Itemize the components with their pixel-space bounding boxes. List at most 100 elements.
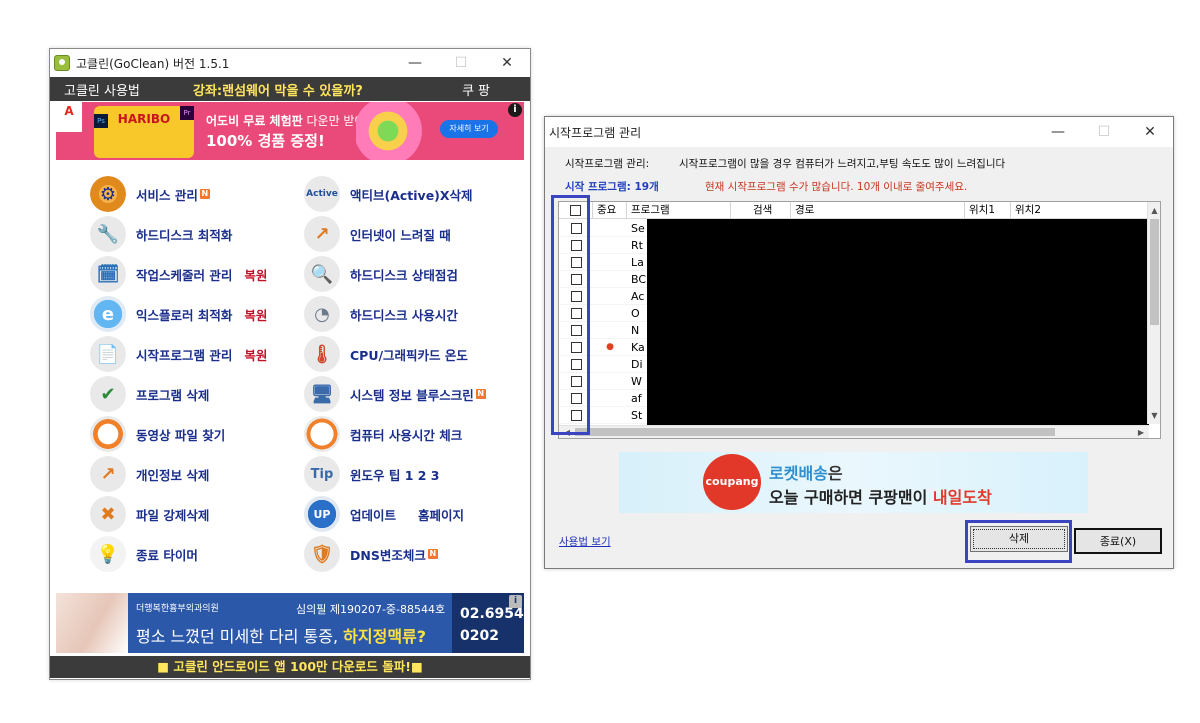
- system-info-icon: 🖥: [304, 376, 340, 412]
- usage-guide-link[interactable]: 사용법 보기: [559, 534, 611, 549]
- delete-button[interactable]: 삭제: [970, 526, 1068, 552]
- exit-button[interactable]: 종료(X): [1074, 528, 1162, 554]
- ad-info-icon[interactable]: i: [509, 595, 522, 608]
- menu-usage-time-check[interactable]: 컴퓨터 사용시간 체크: [304, 416, 462, 452]
- row-checkbox[interactable]: [570, 273, 582, 285]
- column-important[interactable]: 중요: [593, 202, 627, 219]
- menu-label: 시작프로그램 관리: [136, 347, 233, 363]
- menu-usage-guide[interactable]: 고클린 사용법: [64, 80, 140, 99]
- scroll-left-icon[interactable]: ◀: [561, 426, 573, 438]
- clinic-ad-banner[interactable]: 더행복한흉부외과의원 심의필 제190207-중-88544호 평소 느꼈던 미…: [56, 593, 524, 653]
- horizontal-scrollbar[interactable]: ◀ ▶: [559, 425, 1149, 438]
- disk-check-icon: 🔍: [304, 256, 340, 292]
- activex-icon: Active: [304, 176, 340, 212]
- minimize-button[interactable]: —: [1035, 117, 1081, 147]
- menu-shutdown-timer[interactable]: 💡 종료 타이머: [90, 536, 198, 572]
- haribo-candy-image: HARIBO: [94, 106, 194, 158]
- row-checkbox[interactable]: [570, 409, 582, 421]
- force-delete-icon: ✖: [90, 496, 126, 532]
- menu-label: 서비스 관리: [136, 187, 198, 203]
- ad-photo: [56, 593, 128, 653]
- row-checkbox[interactable]: [570, 341, 582, 353]
- menu-privacy-delete[interactable]: ↗ 개인정보 삭제: [90, 456, 209, 492]
- restore-link[interactable]: 복원: [244, 265, 267, 284]
- menu-force-delete[interactable]: ✖ 파일 강제삭제: [90, 496, 209, 532]
- minimize-button[interactable]: —: [392, 49, 438, 77]
- row-checkbox[interactable]: [570, 392, 582, 404]
- scroll-right-icon[interactable]: ▶: [1135, 426, 1147, 438]
- redacted-area: [647, 219, 1149, 430]
- row-checkbox[interactable]: [570, 290, 582, 302]
- menu-program-uninstall[interactable]: ✔ 프로그램 삭제: [90, 376, 209, 412]
- disk-time-icon: ◔: [304, 296, 340, 332]
- menu-disk-usage-time[interactable]: ◔ 하드디스크 사용시간: [304, 296, 458, 332]
- vertical-scrollbar[interactable]: ▲ ▼: [1147, 202, 1160, 424]
- restore-link[interactable]: 복원: [244, 305, 267, 324]
- android-app-footer[interactable]: ■ 고클린 안드로이드 앱 100만 다운로드 돌파!■: [50, 656, 530, 678]
- clock-icon: [304, 416, 340, 452]
- column-search[interactable]: 검색: [731, 202, 791, 219]
- close-button[interactable]: ✕: [1127, 117, 1173, 147]
- menu-ransomware-lecture[interactable]: 강좌:랜섬웨어 막을 수 있을까?: [193, 80, 363, 99]
- menu-startup-management[interactable]: 📄 시작프로그램 관리 복원: [90, 336, 267, 372]
- menu-coupang[interactable]: 쿠팡: [462, 80, 494, 99]
- tip-icon: Tip: [304, 456, 340, 492]
- row-checkbox[interactable]: [570, 239, 582, 251]
- adobe-ad-banner[interactable]: A HARIBO Ps Pr 어도비 무료 체험판 다운만 받아도 100% 경…: [56, 102, 524, 160]
- row-checkbox[interactable]: [570, 256, 582, 268]
- column-location1[interactable]: 위치1: [965, 202, 1011, 219]
- menu-explorer-optimize[interactable]: e 익스플로러 최적화 복원: [90, 296, 267, 332]
- close-button[interactable]: ✕: [484, 49, 530, 77]
- menu-activex-delete[interactable]: Active 액티브(Active)X삭제: [304, 176, 473, 212]
- scroll-thumb[interactable]: [575, 428, 1055, 436]
- menu-service-management[interactable]: ⚙ 서비스 관리 N: [90, 176, 210, 212]
- scroll-down-icon[interactable]: ▼: [1148, 409, 1160, 422]
- menu-disk-optimize[interactable]: 🔧 하드디스크 최적화: [90, 216, 232, 252]
- menu-label: 프로그램 삭제: [136, 387, 210, 403]
- maximize-button: ☐: [1097, 124, 1111, 140]
- ad-info-icon[interactable]: i: [508, 103, 522, 117]
- internet-icon: ↗: [304, 216, 340, 252]
- select-all-column[interactable]: [559, 202, 593, 219]
- row-checkbox[interactable]: [570, 324, 582, 336]
- startup-count: 시작 프로그램: 19개: [565, 181, 659, 193]
- row-checkbox[interactable]: [570, 307, 582, 319]
- menu-label: 업데이트: [350, 507, 397, 523]
- row-checkbox[interactable]: [570, 358, 582, 370]
- menu-label: 하드디스크 최적화: [136, 227, 233, 243]
- maximize-button: ☐: [454, 55, 468, 71]
- homepage-link[interactable]: 홈페이지: [418, 505, 464, 524]
- menu-video-search[interactable]: 동영상 파일 찾기: [90, 416, 225, 452]
- row-checkbox[interactable]: [570, 375, 582, 387]
- coupang-logo: coupang: [703, 454, 761, 510]
- wrench-icon: 🔧: [90, 216, 126, 252]
- main-menubar: 고클린 사용법 강좌:랜섬웨어 막을 수 있을까? 쿠팡: [50, 77, 530, 101]
- ad-details-button[interactable]: 자세히 보기: [440, 120, 498, 138]
- menu-label: 인터넷이 느려질 때: [350, 227, 451, 243]
- scroll-up-icon[interactable]: ▲: [1148, 204, 1160, 217]
- gear-icon: ⚙: [90, 176, 126, 212]
- startup-header-description: 시작프로그램이 많을 경우 컴퓨터가 느려지고,부팅 속도도 많이 느려집니다: [679, 158, 1006, 170]
- select-all-checkbox[interactable]: [570, 205, 581, 216]
- menu-label: 익스플로러 최적화: [136, 307, 233, 323]
- menu-disk-check[interactable]: 🔍 하드디스크 상태점검: [304, 256, 458, 292]
- scroll-thumb[interactable]: [1150, 219, 1159, 325]
- restore-link[interactable]: 복원: [244, 345, 267, 364]
- menu-dns-check[interactable]: 🛡 DNS변조체크 N: [304, 536, 438, 572]
- menu-system-info[interactable]: 🖥 시스템 정보 블루스크린 N: [304, 376, 486, 412]
- menu-task-scheduler[interactable]: 🗓 작업스케줄러 관리 복원: [90, 256, 267, 292]
- startup-program-list[interactable]: 중요 프로그램 검색 경로 위치1 위치2 Se Rt La BC Ac O N…: [558, 201, 1161, 439]
- menu-temperature[interactable]: 🌡 CPU/그래픽카드 온도: [304, 336, 468, 372]
- column-location2[interactable]: 위치2: [1011, 202, 1149, 219]
- menu-internet-slow[interactable]: ↗ 인터넷이 느려질 때: [304, 216, 451, 252]
- menu-windows-tips[interactable]: Tip 윈도우 팁 1 2 3: [304, 456, 440, 492]
- row-checkbox[interactable]: [570, 222, 582, 234]
- menu-update[interactable]: UP 업데이트 홈페이지: [304, 496, 464, 532]
- startup-icon: 📄: [90, 336, 126, 372]
- menu-label: 종료 타이머: [136, 547, 198, 563]
- temperature-icon: 🌡: [304, 336, 340, 372]
- coupang-ad-banner[interactable]: coupang 로켓배송은 오늘 구매하면 쿠팡맨이 내일도착: [619, 452, 1088, 513]
- column-program[interactable]: 프로그램: [627, 202, 731, 219]
- uninstall-icon: ✔: [90, 376, 126, 412]
- column-path[interactable]: 경로: [791, 202, 965, 219]
